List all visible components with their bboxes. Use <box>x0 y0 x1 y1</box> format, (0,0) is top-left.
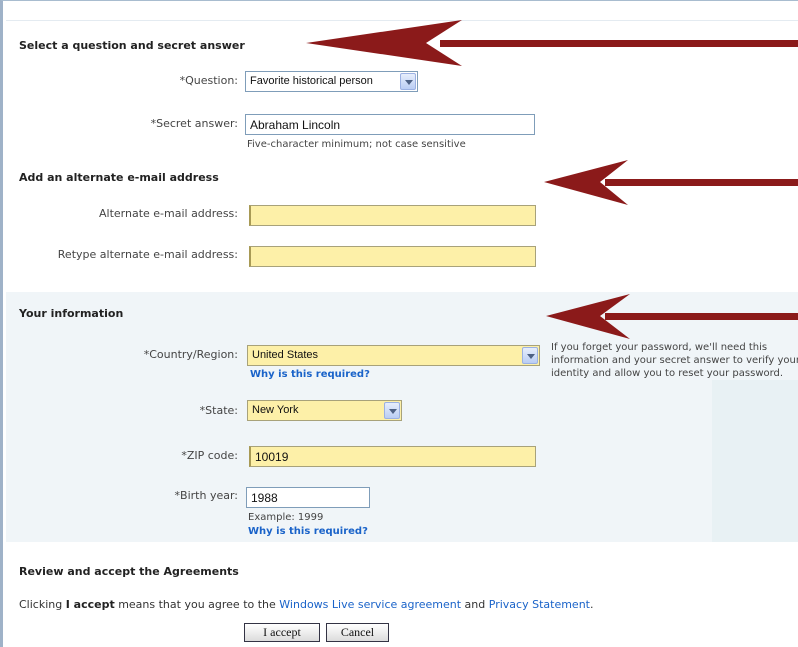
chevron-down-icon[interactable] <box>400 73 416 90</box>
top-divider <box>6 20 798 21</box>
zip-label: *ZIP code: <box>181 449 238 462</box>
service-agreement-link[interactable]: Windows Live service agreement <box>279 598 461 611</box>
accept-button[interactable]: I accept <box>244 623 320 642</box>
question-select-value: Favorite historical person <box>250 75 373 87</box>
state-select[interactable]: New York <box>247 400 402 421</box>
chevron-down-icon[interactable] <box>522 347 538 364</box>
cancel-button[interactable]: Cancel <box>326 623 389 642</box>
info-panel-shade <box>712 380 798 542</box>
alternate-email-input[interactable] <box>249 205 536 226</box>
your-information-panel <box>6 292 798 542</box>
retype-email-input[interactable] <box>249 246 536 267</box>
country-select[interactable]: United States <box>247 345 540 366</box>
retype-email-label: Retype alternate e-mail address: <box>57 248 238 261</box>
alternate-email-label: Alternate e-mail address: <box>98 207 238 220</box>
agreement-text-mid: means that you agree to the <box>114 598 280 611</box>
agreement-text-pre: Clicking <box>19 598 66 611</box>
country-why-link[interactable]: Why is this required? <box>250 369 370 380</box>
agreement-text: Clicking I accept means that you agree t… <box>19 598 593 611</box>
agreement-text-and: and <box>461 598 489 611</box>
security-section-title: Select a question and secret answer <box>19 39 245 52</box>
question-label: *Question: <box>179 74 238 87</box>
secret-answer-hint: Five-character minimum; not case sensiti… <box>247 139 466 150</box>
birth-year-example: Example: 1999 <box>248 512 324 523</box>
country-label: *Country/Region: <box>143 348 238 361</box>
birth-year-why-link[interactable]: Why is this required? <box>248 526 368 537</box>
chevron-down-icon[interactable] <box>384 402 400 419</box>
agreement-text-bold: I accept <box>65 598 115 611</box>
state-select-value: New York <box>252 404 299 416</box>
secret-answer-label: *Secret answer: <box>150 117 238 130</box>
alternate-email-section-title: Add an alternate e-mail address <box>19 171 219 184</box>
password-recovery-note: If you forget your password, we'll need … <box>551 342 798 379</box>
agreements-section-title: Review and accept the Agreements <box>19 565 239 578</box>
your-information-title: Your information <box>19 307 124 320</box>
zip-input[interactable] <box>249 446 536 467</box>
state-label: *State: <box>199 404 238 417</box>
country-select-value: United States <box>252 349 319 361</box>
question-select[interactable]: Favorite historical person <box>245 71 418 92</box>
secret-answer-input[interactable] <box>245 114 535 135</box>
privacy-statement-link[interactable]: Privacy Statement <box>489 598 590 611</box>
agreement-text-end: . <box>589 598 594 611</box>
birth-year-input[interactable] <box>246 487 370 508</box>
birth-year-label: *Birth year: <box>174 489 238 502</box>
